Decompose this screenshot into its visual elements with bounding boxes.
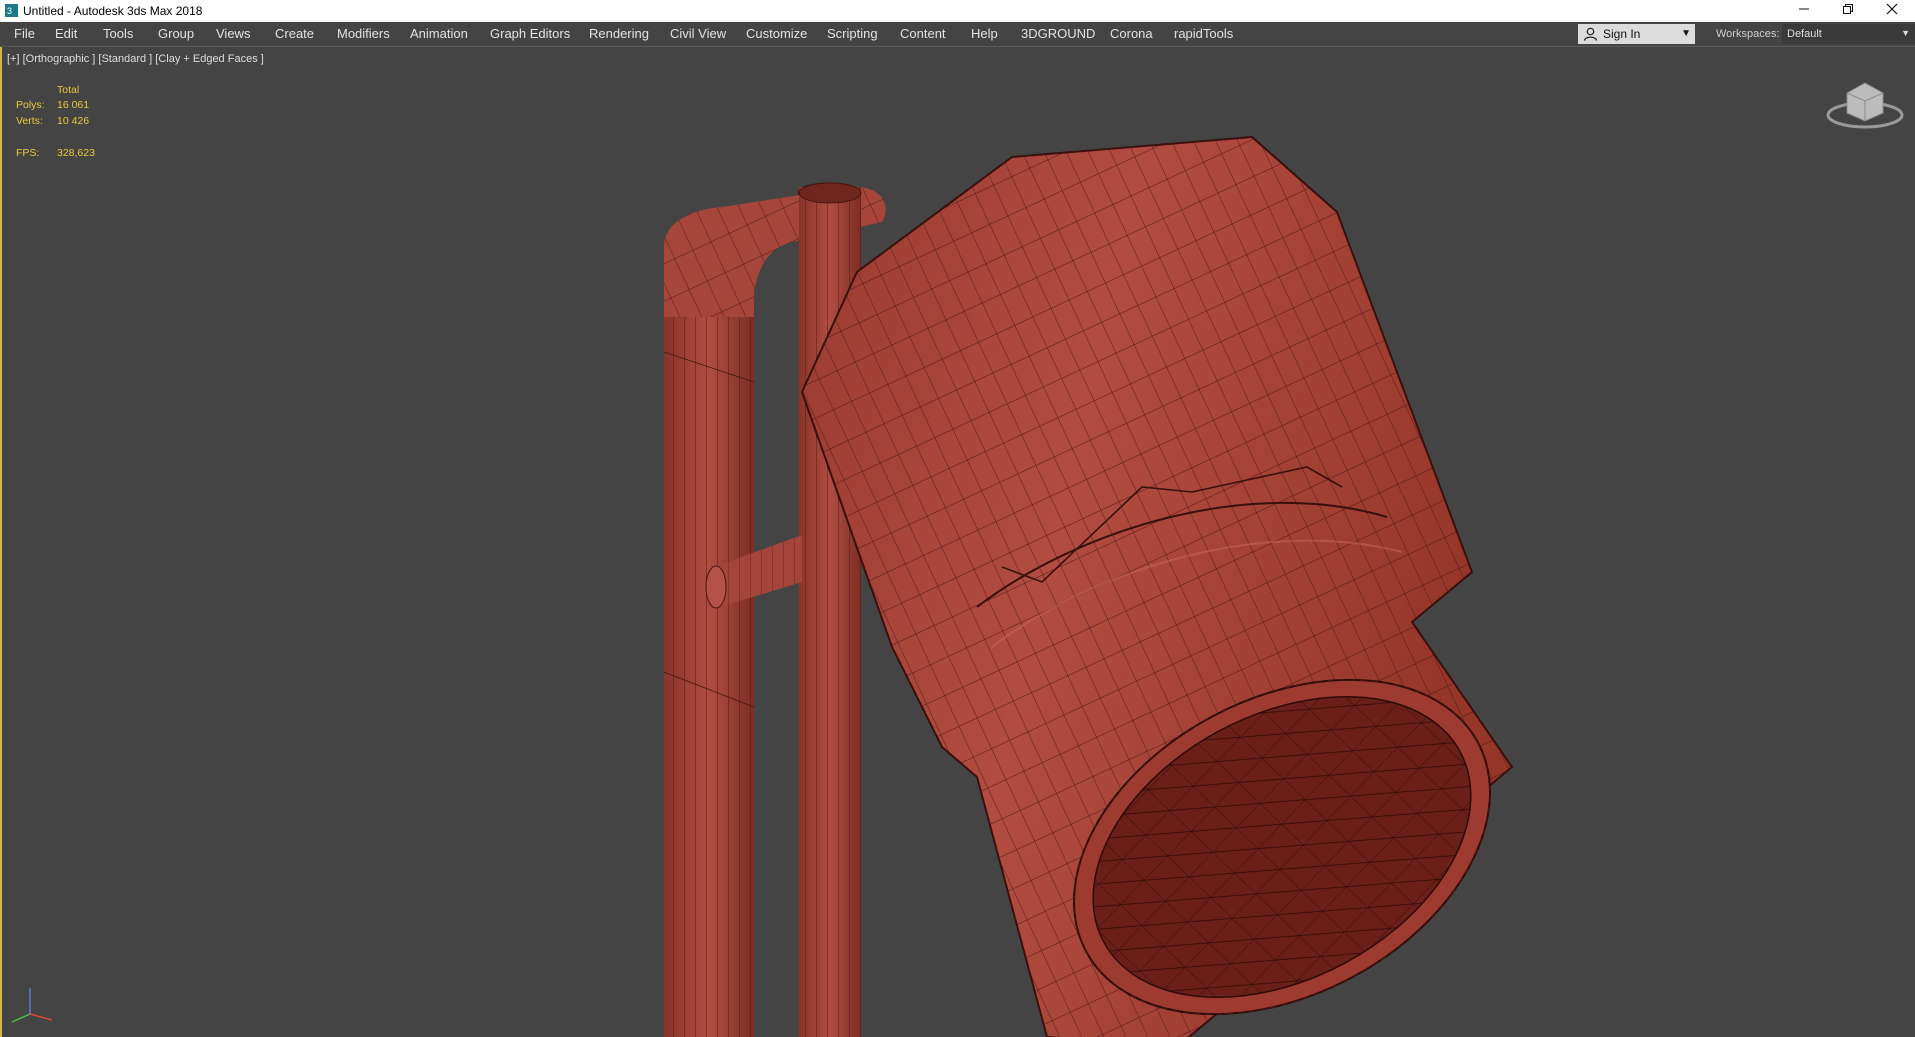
stats-polys-value: 16 061 <box>57 99 90 111</box>
menu-animation[interactable]: Animation <box>410 22 468 46</box>
menu-help[interactable]: Help <box>971 22 998 46</box>
menu-3dground[interactable]: 3DGROUND <box>1021 22 1095 46</box>
menu-scripting[interactable]: Scripting <box>827 22 878 46</box>
close-icon <box>1886 3 1898 15</box>
perspective-viewport[interactable]: [+] [Orthographic ] [Standard ] [Clay + … <box>0 47 1915 1037</box>
menu-graph-editors[interactable]: Graph Editors <box>490 22 570 46</box>
menu-file[interactable]: File <box>14 22 35 46</box>
workspaces-dropdown[interactable]: Default ▼ <box>1782 24 1915 44</box>
window-title: Untitled - Autodesk 3ds Max 2018 <box>23 4 203 18</box>
menu-views[interactable]: Views <box>216 22 250 46</box>
menu-create[interactable]: Create <box>275 22 314 46</box>
lamp-model-render <box>663 135 1514 1037</box>
menu-edit[interactable]: Edit <box>55 22 77 46</box>
sign-in-button[interactable]: Sign In ▼ <box>1578 24 1695 44</box>
restore-button[interactable] <box>1826 0 1870 22</box>
viewcube-icon[interactable] <box>1825 77 1905 137</box>
title-bar: 3 Untitled - Autodesk 3ds Max 2018 <box>0 0 1915 22</box>
caret-down-icon: ▼ <box>1681 28 1691 39</box>
3ds-max-logo-icon: 3 <box>5 4 18 17</box>
stats-verts-label: Verts: <box>16 115 43 127</box>
caret-down-icon: ▼ <box>1901 28 1910 38</box>
menu-civil-view[interactable]: Civil View <box>670 22 726 46</box>
menu-rendering[interactable]: Rendering <box>589 22 649 46</box>
stats-fps-value: 328,623 <box>57 147 95 159</box>
lamp-pole-left <box>663 242 755 1037</box>
restore-icon <box>1843 4 1853 14</box>
stats-fps-label: FPS: <box>16 147 40 159</box>
close-button[interactable] <box>1870 0 1914 22</box>
menu-corona[interactable]: Corona <box>1110 22 1153 46</box>
workspaces-value: Default <box>1787 28 1822 40</box>
minimize-button[interactable] <box>1782 0 1826 22</box>
sign-in-label: Sign In <box>1603 27 1641 41</box>
menu-content[interactable]: Content <box>900 22 946 46</box>
user-icon <box>1583 27 1598 41</box>
viewport-label[interactable]: [+] [Orthographic ] [Standard ] [Clay + … <box>7 53 264 65</box>
axis-tripod-icon <box>11 988 53 1023</box>
stats-verts-value: 10 426 <box>57 115 90 127</box>
workspaces-label: Workspaces: <box>1716 28 1780 40</box>
menu-tools[interactable]: Tools <box>103 22 133 46</box>
svg-text:3: 3 <box>7 6 12 16</box>
menu-customize[interactable]: Customize <box>746 22 807 46</box>
menu-modifiers[interactable]: Modifiers <box>337 22 390 46</box>
menu-group[interactable]: Group <box>158 22 194 46</box>
stats-header: Total <box>57 84 80 96</box>
menu-rapidtools[interactable]: rapidTools <box>1174 22 1233 46</box>
stats-polys-label: Polys: <box>16 99 45 111</box>
minimize-icon <box>1799 8 1809 10</box>
